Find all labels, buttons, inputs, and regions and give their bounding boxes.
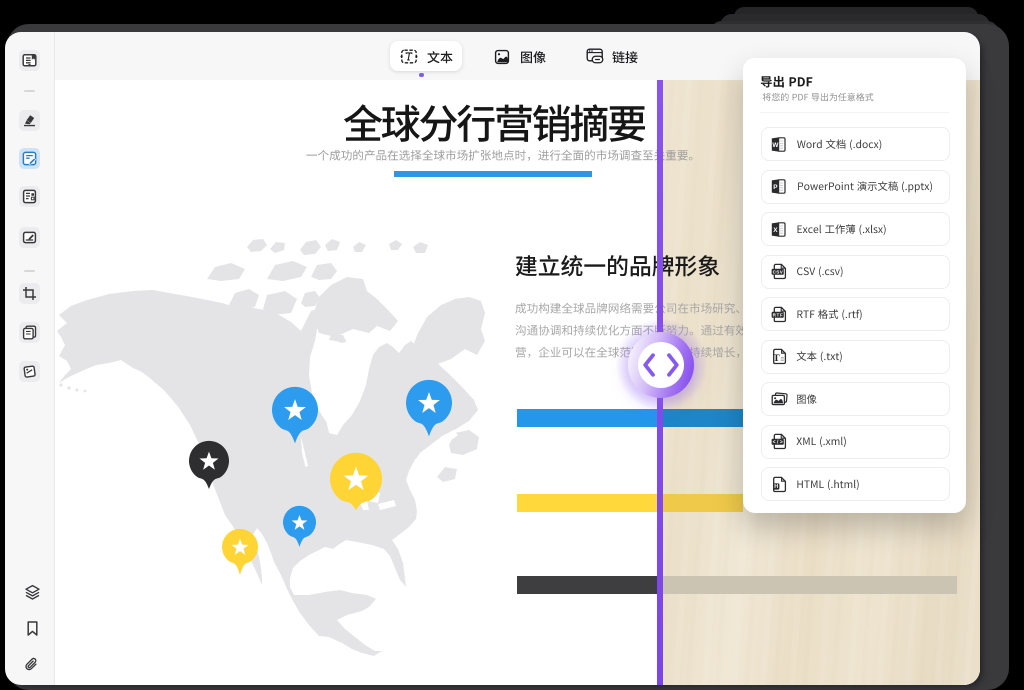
svg-text:RTF: RTF xyxy=(772,312,782,317)
svg-text:CSV: CSV xyxy=(772,270,783,275)
svg-text:P: P xyxy=(773,184,778,191)
svg-text:W: W xyxy=(772,142,779,149)
svg-text:H: H xyxy=(774,484,778,490)
svg-text:T: T xyxy=(773,353,780,364)
svg-text:</>: </> xyxy=(772,440,782,446)
svg-text:X: X xyxy=(773,227,778,234)
